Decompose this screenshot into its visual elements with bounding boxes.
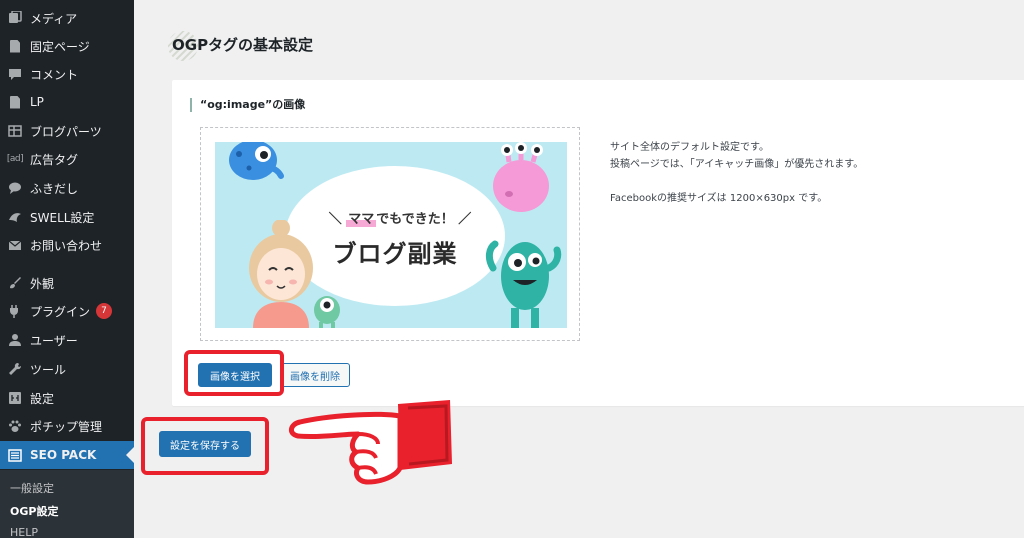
teal-monster-illustration: [485, 240, 562, 328]
submenu-help[interactable]: HELP: [10, 526, 38, 538]
og-image-field-title: “og:image”の画像: [190, 98, 305, 112]
banner-catch-prefix: ＼: [328, 212, 342, 227]
sidebar-item-balloon[interactable]: ふきだし: [0, 174, 134, 202]
remove-image-button[interactable]: 画像を削除: [280, 363, 350, 387]
sidebar-item-media[interactable]: メディア: [0, 4, 134, 32]
page-icon: [8, 39, 22, 53]
og-image-description: サイト全体のデフォルト設定です。 投稿ページでは、「アイキャッチ画像」が優先され…: [610, 139, 1024, 207]
wrench-icon: [8, 362, 22, 376]
sidebar-item-seo-pack[interactable]: SEO PACK: [0, 441, 134, 469]
sidebar-item-users[interactable]: ユーザー: [0, 326, 134, 354]
sidebar-item-pochipp[interactable]: ポチップ管理: [0, 412, 134, 440]
sidebar-item-blog-parts[interactable]: ブログパーツ: [0, 117, 134, 145]
submenu-ogp-settings[interactable]: OGP設定: [10, 503, 58, 519]
section-header: OGPタグの基本設定: [168, 31, 314, 61]
save-button-highlight-box: [141, 417, 269, 475]
sidebar-item-plugins[interactable]: プラグイン 7: [0, 297, 134, 325]
sidebar-item-comments[interactable]: コメント: [0, 60, 134, 88]
admin-sidebar: メディア 固定ページ コメント LP ブログパーツ [ad] 広告タグ ふきだし…: [0, 0, 134, 538]
document-icon: [8, 95, 22, 109]
description-spacer: [610, 173, 1024, 190]
pointing-hand-icon: [289, 400, 452, 485]
seo-pack-submenu: 一般設定 OGP設定 HELP: [0, 470, 134, 538]
sidebar-item-settings[interactable]: 設定: [0, 384, 134, 412]
blue-monster-illustration: [229, 142, 284, 180]
og-image-preview: ＼ ママ でもできた！ ／ ブログ副業: [200, 127, 580, 341]
sidebar-item-contact[interactable]: お問い合わせ: [0, 231, 134, 259]
banner-catch-highlight: ママ: [346, 212, 377, 227]
list-icon: [8, 448, 22, 462]
banner-headline: ブログ副業: [332, 240, 458, 268]
plugin-icon: [8, 304, 22, 318]
paw-icon: [8, 419, 22, 433]
sidebar-item-lp[interactable]: LP: [0, 88, 134, 116]
plugin-update-badge: 7: [96, 303, 113, 319]
banner-catch-suffix: ／: [458, 212, 472, 227]
pink-monster-illustration: [493, 142, 549, 212]
ad-icon: [ad]: [6, 154, 24, 164]
sidebar-item-swell-settings[interactable]: SWELL設定: [0, 203, 134, 231]
settings-card: “og:image”の画像 ＼ ママ でもできた！ ／ ブログ副業 サイト全体の…: [172, 80, 1024, 406]
section-title: OGPタグの基本設定: [172, 36, 314, 54]
og-image-banner: ＼ ママ でもできた！ ／ ブログ副業: [215, 142, 567, 328]
description-line: Facebookの推奨サイズは 1200×630px です。: [610, 193, 828, 204]
submenu-general-settings[interactable]: 一般設定: [10, 480, 54, 496]
brush-icon: [8, 276, 22, 290]
swell-icon: [8, 210, 22, 224]
comment-icon: [8, 67, 22, 81]
user-icon: [8, 333, 22, 347]
description-line: 投稿ページでは、「アイキャッチ画像」が優先されます。: [610, 159, 864, 170]
description-line: サイト全体のデフォルト設定です。: [610, 142, 769, 153]
sidebar-item-tools[interactable]: ツール: [0, 355, 134, 383]
sidebar-item-pages[interactable]: 固定ページ: [0, 32, 134, 60]
sidebar-item-appearance[interactable]: 外観: [0, 269, 134, 297]
small-green-monster-illustration: [314, 296, 340, 328]
settings-icon: [8, 391, 22, 405]
sidebar-item-ad-tags[interactable]: [ad] 広告タグ: [0, 145, 134, 173]
select-image-highlight-box: [184, 350, 284, 396]
banner-catchphrase: ＼ ママ でもできた！ ／: [315, 208, 485, 227]
speech-bubble-icon: [8, 181, 22, 195]
banner-catch-text: でもできた！: [376, 212, 454, 227]
table-icon: [8, 124, 22, 138]
media-icon: [8, 11, 22, 25]
envelope-icon: [8, 238, 22, 252]
